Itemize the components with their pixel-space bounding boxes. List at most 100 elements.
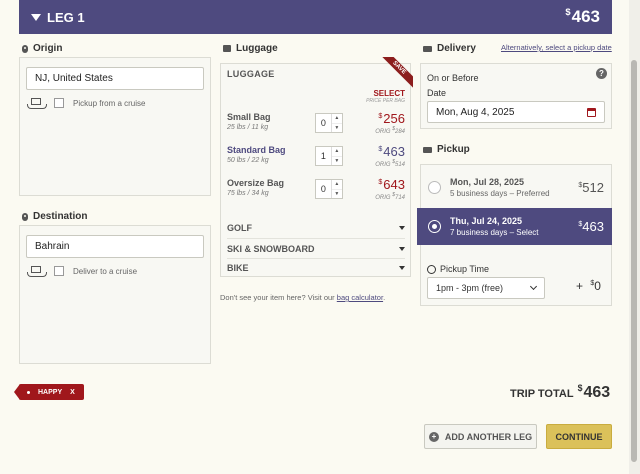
destination-heading: Destination xyxy=(22,211,87,222)
scrollbar-thumb[interactable] xyxy=(631,60,637,462)
pickup-time-value: 1pm - 3pm (free) xyxy=(436,283,504,293)
leg-header[interactable]: LEG 1 $463 xyxy=(19,0,612,34)
origin-heading: Origin xyxy=(22,43,62,54)
add-leg-label: ADD ANOTHER LEG xyxy=(444,431,533,442)
cruise-deliver-row: Deliver to a cruise xyxy=(27,265,137,277)
bag-spec: 50 lbs / 22 kg xyxy=(227,157,269,164)
delivery-date-input[interactable]: Mon, Aug 4, 2025 xyxy=(427,101,605,123)
bag-spec: 75 lbs / 34 kg xyxy=(227,190,269,197)
note-text: Don't see your item here? Visit our xyxy=(220,293,335,302)
destination-heading-text: Destination xyxy=(33,211,88,222)
currency-symbol: $ xyxy=(577,383,583,393)
pickup-cruise-checkbox[interactable] xyxy=(54,98,64,108)
continue-button[interactable]: CONTINUE xyxy=(546,424,612,449)
add-another-leg-button[interactable]: + ADD ANOTHER LEG xyxy=(424,424,537,449)
bag-calculator-link[interactable]: bag calculator xyxy=(337,293,383,302)
luggage-heading: Luggage xyxy=(223,43,278,54)
stepper-value: 1 xyxy=(320,151,326,161)
pickup-time-price: + $0 xyxy=(576,279,601,293)
leg-title-group: LEG 1 xyxy=(31,10,85,25)
pickup-time-price-value: 0 xyxy=(594,279,601,293)
orig-price-value: 714 xyxy=(394,195,405,201)
bag-row-oversize: Oversize Bag 75 lbs / 34 kg xyxy=(227,178,284,197)
orig-price-value: 514 xyxy=(394,162,405,168)
bag-price-value: 256 xyxy=(383,111,405,126)
pickup-radio-selected[interactable] xyxy=(428,220,441,233)
category-bike[interactable]: BIKE xyxy=(227,258,405,276)
location-pin-icon xyxy=(22,44,28,53)
small-bag-stepper[interactable]: 0 ▲ ▼ xyxy=(315,113,343,133)
chevron-down-icon xyxy=(529,282,538,291)
increment-icon[interactable]: ▲ xyxy=(332,180,342,189)
pickup-truck-icon xyxy=(423,146,432,153)
currency-symbol: $ xyxy=(378,145,383,153)
increment-icon[interactable]: ▲ xyxy=(332,147,342,156)
bag-name: Standard Bag xyxy=(227,145,286,155)
leg-price-value: 463 xyxy=(571,7,600,26)
pickup-price: $463 xyxy=(578,219,604,234)
caret-down-icon xyxy=(399,246,405,251)
on-or-before-label: On or Before xyxy=(427,73,479,83)
delivery-heading-text: Delivery xyxy=(437,43,476,54)
note-end: . xyxy=(383,293,386,302)
cruise-ship-icon xyxy=(27,97,47,109)
oversize-bag-price: $643 ORIG $714 xyxy=(355,177,405,201)
origin-heading-text: Origin xyxy=(33,43,63,54)
promo-code-text: HAPPY xyxy=(38,388,63,396)
leg-title: LEG 1 xyxy=(47,9,85,25)
currency-symbol: $ xyxy=(565,7,571,18)
category-golf[interactable]: GOLF xyxy=(227,218,405,238)
luggage-heading-text: Luggage xyxy=(236,43,278,54)
date-label: Date xyxy=(427,88,447,98)
remove-promo-button[interactable]: X xyxy=(70,389,75,396)
small-bag-price: $256 ORIG $284 xyxy=(355,111,405,135)
decrement-icon[interactable]: ▼ xyxy=(331,122,342,133)
pickup-time-select[interactable]: 1pm - 3pm (free) xyxy=(427,277,545,299)
currency-symbol: $ xyxy=(378,112,383,120)
tag-hole-icon xyxy=(27,390,30,394)
orig-prefix: ORIG xyxy=(375,129,391,135)
destination-input[interactable]: Bahrain xyxy=(26,235,204,258)
category-ski[interactable]: SKI & SNOWBOARD xyxy=(227,238,405,258)
select-label: SELECT xyxy=(373,89,405,98)
luggage-panel-title: LUGGAGE xyxy=(227,69,275,79)
trip-total: TRIP TOTAL $463 xyxy=(510,383,610,402)
pickup-cruise-label: Pickup from a cruise xyxy=(73,98,146,108)
decrement-icon[interactable]: ▼ xyxy=(331,155,342,166)
pickup-heading: Pickup xyxy=(423,144,470,155)
origin-input[interactable]: NJ, United States xyxy=(26,67,204,90)
delivery-truck-icon xyxy=(423,45,432,52)
caret-down-icon xyxy=(399,265,405,270)
oversize-bag-stepper[interactable]: 0 ▲ ▼ xyxy=(315,179,343,199)
pickup-option-1[interactable]: Mon, Jul 28, 2025 5 business days – Pref… xyxy=(420,168,612,206)
calendar-icon[interactable] xyxy=(587,107,596,117)
trip-total-label: TRIP TOTAL xyxy=(510,388,574,401)
pickup-option-2[interactable]: Thu, Jul 24, 2025 7 business days – Sele… xyxy=(417,208,612,245)
continue-label: CONTINUE xyxy=(555,431,603,442)
alt-pickup-date-link[interactable]: Alternatively, select a pickup date xyxy=(501,43,612,52)
currency-symbol: $ xyxy=(378,178,383,186)
help-icon[interactable]: ? xyxy=(596,68,607,79)
orig-prefix: ORIG xyxy=(375,162,391,168)
delivery-heading: Delivery xyxy=(423,43,476,54)
save-badge-text: SAVE xyxy=(379,57,413,89)
standard-bag-stepper[interactable]: 1 ▲ ▼ xyxy=(315,146,343,166)
save-ribbon: SAVE xyxy=(379,57,413,91)
deliver-cruise-checkbox[interactable] xyxy=(54,266,64,276)
location-pin-icon xyxy=(22,212,28,221)
decrement-icon[interactable]: ▼ xyxy=(331,188,342,199)
category-label: GOLF xyxy=(227,223,252,233)
standard-bag-price: $463 ORIG $514 xyxy=(355,144,405,168)
plus-icon: + xyxy=(428,431,439,442)
stepper-value: 0 xyxy=(320,184,326,194)
bag-spec: 25 lbs / 11 kg xyxy=(227,124,269,131)
luggage-icon xyxy=(223,45,231,52)
category-label: SKI & SNOWBOARD xyxy=(227,243,315,254)
leg-price: $463 xyxy=(565,7,600,27)
pickup-date: Mon, Jul 28, 2025 xyxy=(450,176,525,187)
promo-code-tag: HAPPY X xyxy=(14,384,84,400)
category-label: BIKE xyxy=(227,262,249,273)
increment-icon[interactable]: ▲ xyxy=(332,114,342,123)
trip-total-value: 463 xyxy=(583,384,611,402)
pickup-radio[interactable] xyxy=(428,180,441,194)
